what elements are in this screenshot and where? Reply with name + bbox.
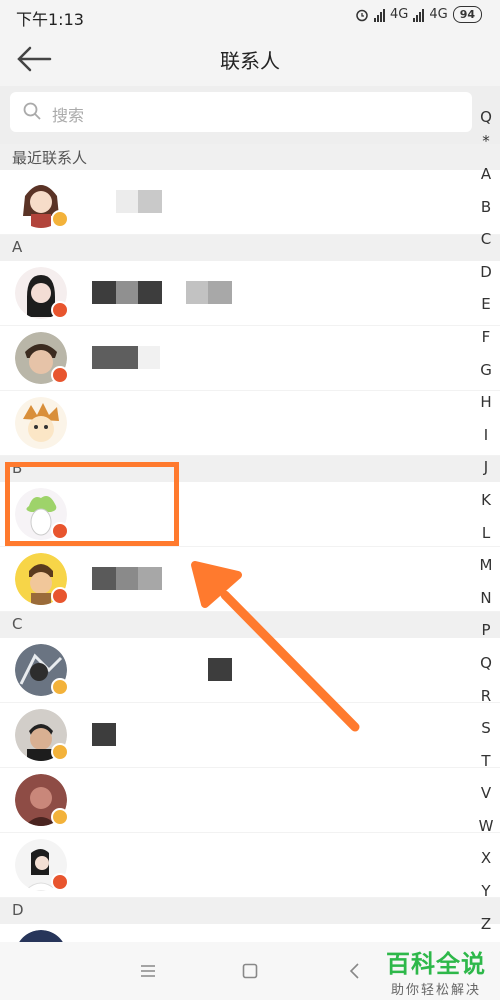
verified-badge-icon: [51, 873, 69, 891]
alphabet-letter[interactable]: I: [472, 419, 500, 452]
alphabet-letter[interactable]: N: [472, 582, 500, 615]
verified-badge-icon: [51, 366, 69, 384]
contact-row[interactable]: [0, 261, 500, 326]
contact-row[interactable]: [0, 638, 500, 703]
home-icon[interactable]: [242, 963, 258, 979]
signal-icon: [373, 8, 385, 22]
alphabet-letter[interactable]: A: [472, 158, 500, 191]
verified-badge-icon: [51, 210, 69, 228]
watermark: 百科全说 助你轻松解决: [386, 944, 486, 998]
verified-badge-icon: [51, 808, 69, 826]
avatar: [15, 553, 69, 605]
alphabet-letter[interactable]: Q: [472, 110, 500, 134]
avatar: [15, 839, 69, 892]
alphabet-letter[interactable]: Z: [472, 908, 500, 941]
contact-row[interactable]: [0, 170, 500, 235]
alphabet-letter[interactable]: R: [472, 680, 500, 713]
watermark-subtitle: 助你轻松解决: [390, 983, 481, 998]
avatar: [15, 332, 69, 384]
system-nav-bar: 百科全说 助你轻松解决: [0, 942, 500, 1000]
alphabet-letter[interactable]: C: [472, 223, 500, 256]
verified-badge-icon: [51, 743, 69, 761]
alphabet-letter[interactable]: J: [472, 451, 500, 484]
search-input[interactable]: 搜索: [10, 92, 472, 132]
page-title: 联系人: [220, 49, 280, 73]
status-time: 下午1:13: [16, 10, 84, 29]
alphabet-letter[interactable]: G: [472, 354, 500, 387]
avatar: [15, 644, 69, 696]
alphabet-letter[interactable]: F: [472, 321, 500, 354]
alphabet-letter[interactable]: S: [472, 712, 500, 745]
nav-bar: 联系人: [0, 32, 500, 86]
back-icon[interactable]: [348, 963, 360, 979]
section-header-a: A: [0, 235, 500, 261]
alphabet-letter[interactable]: Q: [472, 647, 500, 680]
avatar: [15, 709, 69, 761]
alphabet-letter[interactable]: P: [472, 614, 500, 647]
contact-row[interactable]: [0, 703, 500, 768]
alphabet-letter[interactable]: B: [472, 191, 500, 224]
watermark-title: 百科全说: [386, 950, 486, 978]
network-label-1: 4G: [389, 7, 409, 22]
status-icons: 4G 4G 94: [355, 6, 482, 23]
contact-row[interactable]: [0, 547, 500, 612]
alphabet-letter[interactable]: X: [472, 842, 500, 875]
section-header-c: C: [0, 612, 500, 638]
avatar: [15, 397, 67, 449]
contact-row[interactable]: [0, 833, 500, 898]
avatar: [15, 267, 69, 319]
alphabet-letter[interactable]: H: [472, 386, 500, 419]
alphabet-letter[interactable]: D: [472, 256, 500, 289]
search-placeholder: 搜索: [52, 106, 85, 125]
verified-badge-icon: [51, 587, 69, 605]
avatar: [15, 176, 69, 228]
verified-badge-icon: [51, 678, 69, 696]
alphabet-letter[interactable]: V: [472, 777, 500, 810]
avatar: [15, 774, 69, 826]
alphabet-letter[interactable]: *: [472, 134, 500, 158]
alphabet-letter[interactable]: T: [472, 745, 500, 778]
status-bar: 下午1:13 4G 4G 94: [0, 0, 500, 32]
alphabet-letter[interactable]: L: [472, 517, 500, 550]
network-label-2: 4G: [429, 7, 448, 22]
section-header-d: D: [0, 898, 500, 924]
section-header-recent: 最近联系人: [0, 144, 500, 170]
highlight-box: [5, 462, 179, 546]
contact-row[interactable]: [0, 326, 500, 391]
contact-list[interactable]: 最近联系人 A B C D: [0, 144, 500, 965]
search-area: 搜索: [0, 86, 500, 144]
menu-icon[interactable]: [140, 964, 156, 978]
alphabet-index[interactable]: Q * A B C D E F G H I J K L M N P Q R S …: [472, 110, 500, 940]
alphabet-letter[interactable]: W: [472, 810, 500, 843]
alphabet-letter[interactable]: M: [472, 549, 500, 582]
contact-row[interactable]: [0, 391, 500, 456]
battery-indicator: 94: [452, 6, 482, 23]
contact-row[interactable]: [0, 768, 500, 833]
signal-icon: [413, 8, 425, 22]
alphabet-letter[interactable]: E: [472, 288, 500, 321]
alphabet-letter[interactable]: K: [472, 484, 500, 517]
alphabet-letter[interactable]: Y: [472, 875, 500, 908]
alarm-icon: [356, 9, 368, 21]
verified-badge-icon: [51, 301, 69, 319]
search-icon: [23, 102, 41, 120]
